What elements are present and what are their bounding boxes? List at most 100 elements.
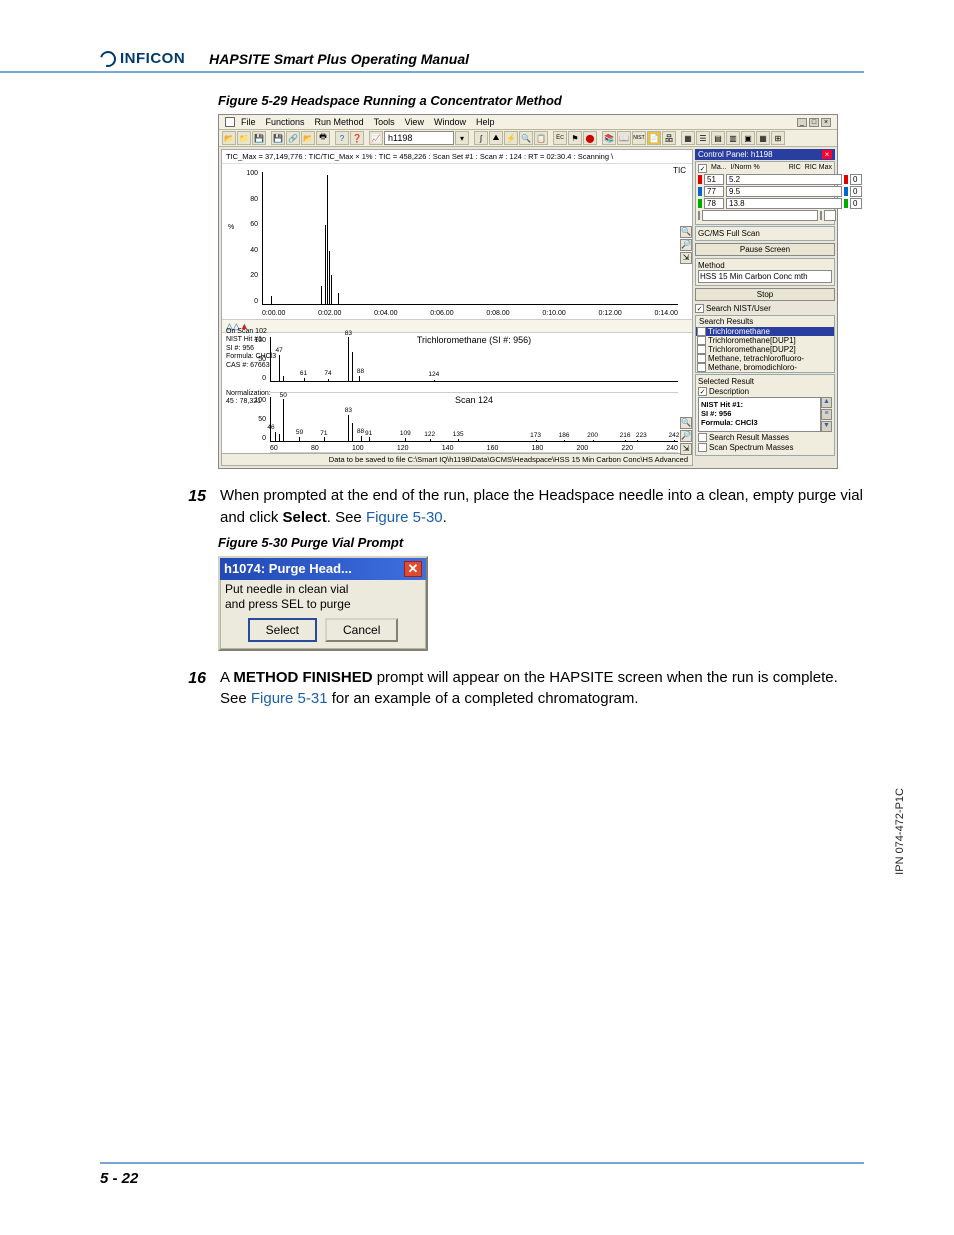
zoom-out-icon[interactable]: 🔎 bbox=[680, 239, 692, 251]
result-item[interactable]: ✓Trichloromethane bbox=[696, 327, 834, 336]
result-item[interactable]: Methane, tetrachlorofluoro- bbox=[696, 354, 834, 363]
close-icon[interactable]: × bbox=[821, 118, 831, 127]
menu-tools[interactable]: Tools bbox=[374, 117, 395, 127]
page-number: 5 - 22 bbox=[100, 1170, 138, 1187]
tb-file-input[interactable] bbox=[384, 131, 454, 145]
mass-header-check[interactable]: ✓ bbox=[698, 164, 707, 173]
color-swatch[interactable] bbox=[698, 199, 702, 208]
color-swatch[interactable] bbox=[698, 187, 702, 196]
tb-open2-icon[interactable]: 📁 bbox=[237, 131, 251, 145]
scroll-down-icon[interactable]: ▼ bbox=[821, 421, 832, 432]
menu-view[interactable]: View bbox=[405, 117, 424, 127]
zoom-in-icon[interactable]: 🔍 bbox=[680, 226, 692, 238]
stop-button[interactable]: Stop bbox=[695, 288, 835, 301]
scroll-mid-icon[interactable]: ≡ bbox=[821, 409, 832, 420]
tb-lib1-icon[interactable]: 📚 bbox=[602, 131, 616, 145]
description-check[interactable]: ✓ bbox=[698, 387, 707, 396]
logo: INFICON bbox=[100, 50, 185, 67]
tb-lib2-icon[interactable]: 📖 bbox=[617, 131, 631, 145]
menubar: File Functions Run Method Tools View Win… bbox=[219, 115, 837, 130]
chart-divider: △△▲ bbox=[222, 319, 692, 333]
tb-layout7-icon[interactable]: ⊞ bbox=[771, 131, 785, 145]
zoom-out-icon[interactable]: 🔎 bbox=[680, 430, 692, 442]
pause-button[interactable]: Pause Screen bbox=[695, 243, 835, 256]
tb-nist-icon[interactable]: NIST bbox=[632, 131, 646, 145]
control-panel-title: Control Panel: h1198× bbox=[695, 149, 835, 160]
tb-disk-icon[interactable]: 💾 bbox=[271, 131, 285, 145]
tb-stop-icon[interactable]: ⬤ bbox=[583, 131, 597, 145]
zoom-reset-icon[interactable]: ⇲ bbox=[680, 443, 692, 455]
figure-30-caption: Figure 5-30 Purge Vial Prompt bbox=[218, 535, 864, 550]
tb-clip-icon[interactable]: 📋 bbox=[534, 131, 548, 145]
tb-help-icon[interactable]: ? bbox=[335, 131, 349, 145]
mode-label: GC/MS Full Scan bbox=[695, 226, 835, 241]
tb-link-icon[interactable]: 🔗 bbox=[286, 131, 300, 145]
maximize-icon[interactable]: □ bbox=[809, 118, 819, 127]
tb-layout2-icon[interactable]: ☰ bbox=[696, 131, 710, 145]
tb-flag-icon[interactable]: ⚑ bbox=[568, 131, 582, 145]
color-swatch[interactable] bbox=[698, 175, 702, 184]
tb-integrate-icon[interactable]: ∫ bbox=[474, 131, 488, 145]
result-item[interactable]: Methane, bromodichloro- bbox=[696, 363, 834, 372]
result-item[interactable]: Trichloromethane[DUP1] bbox=[696, 336, 834, 345]
minimize-icon[interactable]: _ bbox=[797, 118, 807, 127]
app-window: File Functions Run Method Tools View Win… bbox=[218, 114, 838, 469]
figure-link[interactable]: Figure 5-31 bbox=[251, 690, 328, 707]
zoom-reset-icon[interactable]: ⇲ bbox=[680, 252, 692, 264]
tb-layout1-icon[interactable]: ▦ bbox=[681, 131, 695, 145]
tb-peak-icon[interactable]: ⛰ bbox=[489, 131, 503, 145]
document-title: HAPSITE Smart Plus Operating Manual bbox=[209, 51, 469, 67]
zoom-in-icon[interactable]: 🔍 bbox=[680, 417, 692, 429]
tb-zoom-icon[interactable]: 🔍 bbox=[519, 131, 533, 145]
mass-input[interactable] bbox=[704, 174, 724, 185]
cancel-button[interactable]: Cancel bbox=[325, 618, 398, 642]
logo-icon bbox=[97, 48, 119, 70]
tb-report-icon[interactable]: 📄 bbox=[647, 131, 661, 145]
sr-masses-check[interactable] bbox=[698, 433, 707, 442]
tb-layout6-icon[interactable]: ▦ bbox=[756, 131, 770, 145]
tb-layout3-icon[interactable]: ▤ bbox=[711, 131, 725, 145]
chart-area: TIC_Max = 37,149,776 : TIC/TIC_Max × 1% … bbox=[221, 149, 693, 466]
scroll-up-icon[interactable]: ▲ bbox=[821, 397, 832, 408]
menu-functions[interactable]: Functions bbox=[266, 117, 305, 127]
tb-ec-icon[interactable]: EC bbox=[553, 131, 567, 145]
menu-runmethod[interactable]: Run Method bbox=[315, 117, 364, 127]
figure-29-caption: Figure 5-29 Headspace Running a Concentr… bbox=[218, 93, 864, 108]
select-button[interactable]: Select bbox=[248, 618, 317, 642]
tb-layout4-icon[interactable]: ▥ bbox=[726, 131, 740, 145]
tb-tree-icon[interactable]: 品 bbox=[662, 131, 676, 145]
side-label: IPN 074-472-P1C bbox=[894, 788, 906, 875]
result-item[interactable]: Trichloromethane[DUP2] bbox=[696, 345, 834, 354]
step-number: 15 bbox=[184, 485, 206, 529]
figure-link[interactable]: Figure 5-30 bbox=[366, 509, 443, 526]
library-spectrum-plot: 100500 Trichloromethane (SI #: 956) 47 6… bbox=[270, 333, 678, 393]
plot-box bbox=[262, 172, 678, 305]
purge-dialog: h1074: Purge Head... ✕ Put needle in cle… bbox=[218, 556, 428, 651]
dialog-close-icon[interactable]: ✕ bbox=[404, 561, 422, 577]
menu-file[interactable]: File bbox=[241, 117, 256, 127]
chart-info-header: TIC_Max = 37,149,776 : TIC/TIC_Max × 1% … bbox=[222, 150, 692, 164]
tb-print-icon[interactable]: 🖶 bbox=[316, 131, 330, 145]
search-nist-check[interactable]: ✓ bbox=[695, 304, 704, 313]
tb-chart-icon[interactable]: 📈 bbox=[369, 131, 383, 145]
dialog-title-bar: h1074: Purge Head... ✕ bbox=[220, 558, 426, 580]
norm-input[interactable] bbox=[726, 174, 842, 185]
panel-close-icon[interactable]: × bbox=[822, 150, 832, 159]
tb-dropdown-icon[interactable]: ▾ bbox=[455, 131, 469, 145]
y-axis-ticks: 100 80 60 40 20 0 bbox=[242, 170, 258, 305]
step-text: When prompted at the end of the run, pla… bbox=[220, 485, 864, 529]
menu-window[interactable]: Window bbox=[434, 117, 466, 127]
x-axis-ticks: 0:00.00 0:02.00 0:04.00 0:06.00 0:08.00 … bbox=[262, 310, 678, 317]
tb-layout5-icon[interactable]: ▣ bbox=[741, 131, 755, 145]
spectra-plots[interactable]: 100500 Trichloromethane (SI #: 956) 47 6… bbox=[222, 333, 692, 453]
tb-about-icon[interactable]: ❓ bbox=[350, 131, 364, 145]
chromatogram-plot[interactable]: % 100 80 60 40 20 0 bbox=[222, 164, 692, 319]
scan-spectrum-plot: 100500 Scan 124 50 46 59 71 83 88 91 bbox=[270, 393, 678, 453]
tb-auto-icon[interactable]: ⚡ bbox=[504, 131, 518, 145]
menu-help[interactable]: Help bbox=[476, 117, 495, 127]
ss-masses-check[interactable] bbox=[698, 443, 707, 452]
tb-open-icon[interactable]: 📂 bbox=[222, 131, 236, 145]
tb-save-icon[interactable]: 💾 bbox=[252, 131, 266, 145]
y-axis-label: % bbox=[228, 224, 234, 231]
tb-folder-icon[interactable]: 📂 bbox=[301, 131, 315, 145]
